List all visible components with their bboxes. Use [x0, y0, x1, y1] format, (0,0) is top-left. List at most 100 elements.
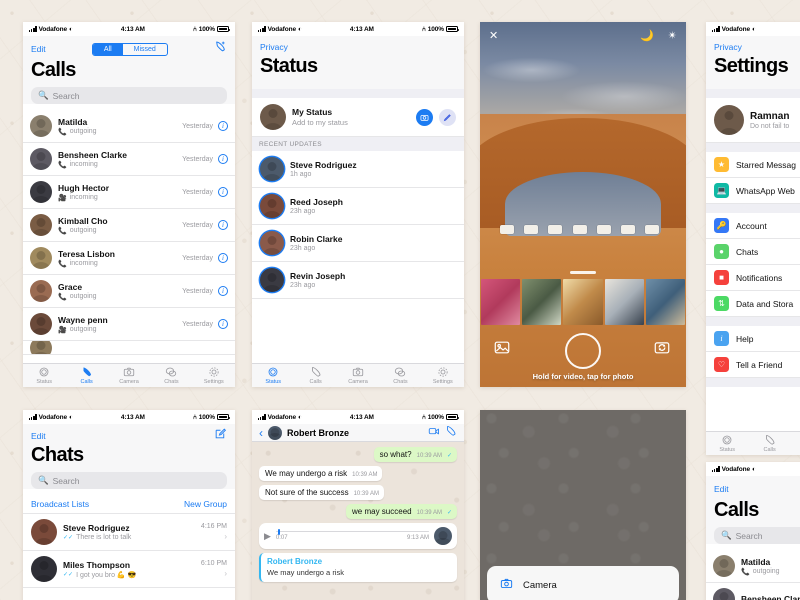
thumbnail[interactable] — [563, 279, 603, 325]
calls-filter-segmented[interactable]: All Missed — [91, 42, 168, 56]
table-row[interactable]: Bensheen Clar — [706, 583, 800, 600]
sidebar-item-chats[interactable]: Chats — [379, 366, 421, 385]
thumbnail[interactable] — [604, 279, 644, 325]
search-input[interactable]: 🔍 Search — [31, 87, 227, 104]
message-bubble[interactable]: so what? 10:39 AM ✓ — [373, 447, 457, 462]
info-button[interactable]: i — [218, 187, 228, 197]
segment-missed[interactable]: Missed — [123, 44, 167, 55]
info-button[interactable]: i — [218, 220, 228, 230]
new-group-button[interactable]: New Group — [184, 499, 227, 509]
table-row[interactable] — [23, 341, 235, 355]
table-row[interactable]: Kimball Cho 📞 outgoing Yesterday i — [23, 209, 235, 242]
thumbnail[interactable] — [645, 279, 686, 325]
my-status-row[interactable]: My Status Add to my status — [252, 98, 464, 137]
sidebar-item-settings[interactable]: Settings — [422, 366, 464, 385]
profile-row[interactable]: Ramnan Do not fail to — [706, 98, 800, 143]
voice-progress-track[interactable] — [275, 528, 429, 535]
message-bubble[interactable]: Not sure of the success 10:39 AM — [259, 485, 384, 500]
sidebar-item-status[interactable]: Status — [706, 434, 748, 453]
call-type-icon: 📞 — [58, 260, 67, 268]
edit-button[interactable]: Edit — [714, 484, 729, 494]
sidebar-item-chats[interactable]: Chats — [150, 366, 192, 385]
info-button[interactable]: i — [218, 319, 228, 329]
settings-label: Notifications — [736, 272, 783, 283]
quoted-message[interactable]: Robert Bronze We may undergo a risk — [259, 553, 457, 582]
search-input[interactable]: 🔍 Search — [714, 527, 800, 544]
sidebar-item-status[interactable]: Status — [252, 366, 294, 385]
flash-icon[interactable]: ✴ — [668, 29, 677, 42]
tab-bar[interactable]: Status Calls Camera Chats Settings — [706, 431, 800, 455]
sidebar-item-camera[interactable]: Camera — [108, 366, 150, 385]
sidebar-item-settings[interactable]: Settings — [193, 366, 235, 385]
privacy-button[interactable]: Privacy — [714, 42, 742, 52]
table-row[interactable]: Teresa Lisbon 📞 incoming Yesterday i — [23, 242, 235, 275]
play-icon[interactable]: ▶ — [264, 531, 271, 542]
settings-item-notifications[interactable]: ■ Notifications — [706, 265, 800, 291]
thumbnail[interactable] — [481, 279, 521, 325]
sidebar-item-calls[interactable]: Calls — [294, 366, 336, 385]
my-status-name: My Status — [292, 107, 333, 117]
sidebar-item-camera[interactable]: Camera — [337, 366, 379, 385]
shutter-button[interactable] — [565, 333, 601, 369]
table-row[interactable]: Bensheen Clarke 📞 incoming Yesterday i — [23, 143, 235, 176]
pencil-icon[interactable] — [439, 108, 456, 126]
info-button[interactable]: i — [218, 154, 228, 164]
tab-bar[interactable]: Status Calls Camera Chats Settings — [252, 363, 464, 387]
recent-photos-strip[interactable] — [480, 279, 686, 325]
avatar[interactable] — [268, 425, 282, 440]
info-button[interactable]: i — [218, 253, 228, 263]
message-bubble[interactable]: We may undergo a risk 10:39 AM — [259, 466, 383, 481]
edit-button[interactable]: Edit — [31, 431, 46, 441]
tab-bar[interactable]: Status Calls Camera Chats Settings — [23, 363, 235, 387]
action-sheet[interactable]: Camera — [487, 566, 679, 600]
info-button[interactable]: i — [218, 121, 228, 131]
compose-icon[interactable] — [214, 427, 227, 445]
list-item[interactable]: Steve Rodriguez 1h ago — [252, 151, 464, 188]
settings-item-help[interactable]: i Help — [706, 326, 800, 352]
voice-note[interactable]: ▶ 0:07 9:13 AM — [259, 523, 457, 549]
list-item[interactable]: Robin Clarke 23h ago — [252, 225, 464, 262]
info-button[interactable]: i — [218, 286, 228, 296]
back-chevron-icon[interactable]: ‹ — [259, 426, 263, 440]
table-row[interactable]: Hugh Hector 🎥 incoming Yesterday i — [23, 176, 235, 209]
avatar — [30, 181, 52, 203]
action-sheet-item-camera[interactable]: Camera — [487, 572, 679, 598]
table-row[interactable]: Miles Thompson ✓✓ I got you bro 💪 😎 6:10 … — [23, 551, 235, 588]
search-input[interactable]: 🔍 Search — [31, 472, 227, 489]
avatar — [260, 104, 286, 130]
settings-item-chats[interactable]: ● Chats — [706, 239, 800, 265]
sidebar-item-calls[interactable]: Calls — [65, 366, 107, 385]
sidebar-item-camera[interactable]: Camera — [791, 434, 800, 453]
call-direction: outgoing — [752, 568, 780, 575]
message-bubble[interactable]: we may succeed 10:39 AM ✓ — [346, 504, 457, 519]
edit-button[interactable]: Edit — [31, 44, 46, 54]
table-row[interactable]: Matilda 📞 outgoing Yesterday i — [23, 110, 235, 143]
moon-icon[interactable]: 🌙 — [640, 29, 654, 42]
settings-item-tell-a-friend[interactable]: ♡ Tell a Friend — [706, 352, 800, 378]
settings-item-starred[interactable]: ★ Starred Messag — [706, 152, 800, 178]
table-row[interactable]: Grace 📞 outgoing Yesterday i — [23, 275, 235, 308]
table-row[interactable]: Matilda 📞 outgoing — [706, 550, 800, 583]
privacy-button[interactable]: Privacy — [260, 42, 288, 52]
drag-handle[interactable] — [570, 271, 596, 274]
gallery-icon[interactable] — [492, 339, 514, 357]
list-item[interactable]: Reed Joseph 23h ago — [252, 188, 464, 225]
sidebar-item-status[interactable]: Status — [23, 366, 65, 385]
close-icon[interactable]: ✕ — [489, 29, 498, 42]
thumbnail[interactable] — [522, 279, 562, 325]
list-item[interactable]: Revin Joseph 23h ago — [252, 262, 464, 299]
camera-flip-icon[interactable] — [652, 339, 674, 357]
segment-all[interactable]: All — [92, 43, 123, 55]
video-camera-icon[interactable] — [428, 424, 440, 442]
phone-icon[interactable] — [445, 424, 457, 442]
settings-item-whatsapp-web[interactable]: 💻 WhatsApp Web — [706, 178, 800, 204]
table-row[interactable]: Wayne penn 🎥 outgoing Yesterday i — [23, 308, 235, 341]
settings-item-data-storage[interactable]: ⇅ Data and Stora — [706, 291, 800, 317]
search-icon: 🔍 — [38, 90, 49, 100]
camera-icon[interactable] — [416, 108, 433, 126]
broadcast-lists-button[interactable]: Broadcast Lists — [31, 499, 89, 509]
settings-item-account[interactable]: 🔑 Account — [706, 213, 800, 239]
sidebar-item-calls[interactable]: Calls — [748, 434, 790, 453]
table-row[interactable]: Steve Rodriguez ✓✓ There is lot to talk 4… — [23, 514, 235, 551]
phone-plus-icon[interactable] — [214, 40, 227, 58]
